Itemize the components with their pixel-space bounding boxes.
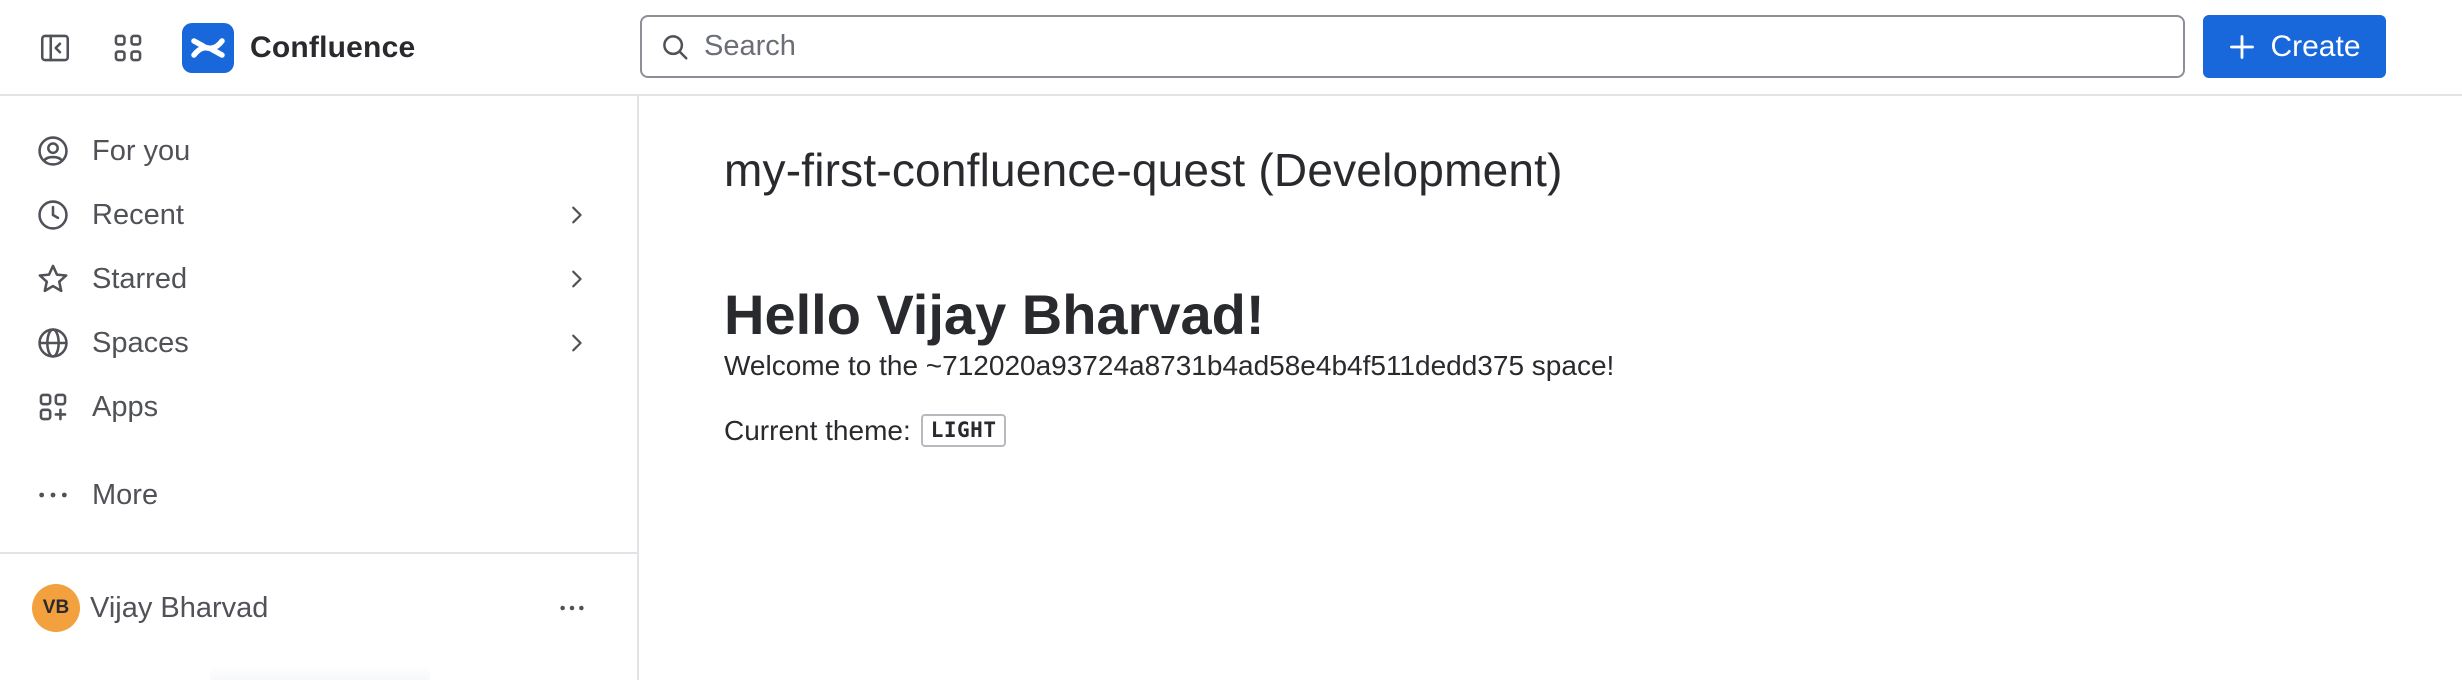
create-button[interactable]: Create [2203, 15, 2386, 78]
more-options-icon[interactable] [554, 592, 590, 624]
chevron-right-icon[interactable] [562, 265, 590, 293]
sidebar-item-label: Apps [92, 390, 159, 423]
user-profile-item[interactable]: VB Vijay Bharvad [20, 580, 608, 636]
sidebar-item-starred[interactable]: Starred [20, 251, 608, 307]
sidebar-item-label: Starred [92, 262, 188, 295]
greeting-heading: Hello Vijay Bharvad! [724, 283, 1265, 346]
chevron-right-icon[interactable] [562, 201, 590, 229]
brand-name: Confluence [250, 31, 416, 64]
confluence-logo-icon [182, 23, 234, 73]
theme-badge: LIGHT [920, 414, 1007, 447]
sidebar-item-label: For you [92, 134, 191, 167]
sidebar-item-apps[interactable]: Apps [20, 379, 608, 435]
sidebar-item-label: More [92, 478, 159, 511]
more-dots-icon [20, 478, 92, 512]
search-icon [658, 30, 692, 64]
create-button-label: Create [2270, 29, 2361, 63]
sidebar-item-spaces[interactable]: Spaces [20, 315, 608, 371]
sidebar-item-label: Spaces [92, 326, 189, 359]
sidebar-item-label: Recent [92, 198, 184, 231]
theme-info: Current theme: LIGHT [724, 414, 1007, 447]
welcome-text: Welcome to the ~712020a93724a8731b4ad58e… [724, 350, 1615, 381]
search-box[interactable] [640, 15, 2185, 78]
main-content: my-first-confluence-quest (Development) … [641, 96, 2462, 680]
avatar: VB [32, 584, 80, 632]
sidebar-item-more[interactable]: More [20, 467, 608, 523]
sidebar: For you Recent Starred Spaces Apps More … [0, 96, 639, 680]
sidebar-collapse-icon[interactable] [31, 24, 79, 72]
user-name: Vijay Bharvad [90, 591, 269, 624]
sidebar-item-for-you[interactable]: For you [20, 123, 608, 179]
page-title: my-first-confluence-quest (Development) [724, 144, 1563, 196]
confluence-home-link[interactable]: Confluence [182, 22, 415, 74]
search-input[interactable] [704, 21, 2144, 72]
top-navigation-bar: Confluence Create [0, 0, 2462, 96]
theme-label: Current theme: [724, 414, 911, 446]
chevron-right-icon[interactable] [562, 329, 590, 357]
user-circle-icon [20, 134, 92, 168]
star-icon [20, 262, 92, 296]
app-grid-icon[interactable] [104, 24, 152, 72]
clock-icon [20, 198, 92, 232]
globe-icon [20, 326, 92, 360]
apps-add-icon [20, 390, 92, 424]
sidebar-item-recent[interactable]: Recent [20, 187, 608, 243]
plus-icon [2228, 33, 2256, 61]
sidebar-divider [0, 552, 637, 554]
sidebar-footer-fade [210, 666, 430, 680]
